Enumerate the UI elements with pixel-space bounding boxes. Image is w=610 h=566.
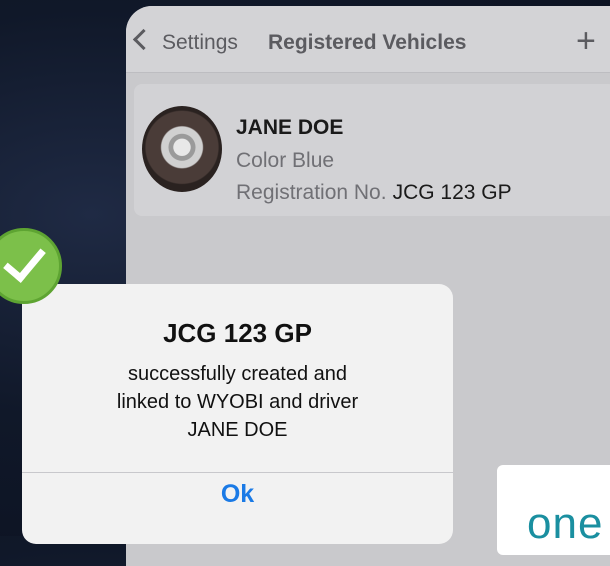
dialog-message: successfully created and linked to WYOBI… [42, 360, 433, 444]
brand-logo: one [527, 499, 604, 548]
registration-line: Registration No. JCG 123 GP [236, 181, 512, 205]
plus-icon[interactable]: + [576, 24, 596, 58]
registration-label: Registration No. [236, 181, 387, 204]
success-dialog: JCG 123 GP successfully created and link… [22, 284, 453, 544]
dialog-message-line: linked to WYOBI and driver [116, 391, 359, 413]
registration-value: JCG 123 GP [392, 181, 512, 204]
page-title: Registered Vehicles [268, 31, 467, 54]
dialog-message-line: successfully created and [127, 363, 347, 385]
vehicle-color: Color Blue [236, 149, 335, 172]
ok-button[interactable]: Ok [22, 473, 453, 543]
owner-name: JANE DOE [236, 116, 344, 139]
chevron-left-icon[interactable] [132, 28, 155, 51]
checkmark-icon [3, 238, 46, 283]
vehicle-card[interactable]: JANE DOE Color Blue Registration No. JCG … [134, 84, 610, 216]
dialog-title: JCG 123 GP [163, 318, 312, 348]
dialog-message-line: JANE DOE [187, 419, 288, 441]
navigation-bar: Settings Registered Vehicles + [126, 6, 610, 73]
logo-card: one [497, 465, 610, 555]
vehicle-photo [142, 106, 222, 192]
back-button[interactable]: Settings [162, 31, 238, 55]
